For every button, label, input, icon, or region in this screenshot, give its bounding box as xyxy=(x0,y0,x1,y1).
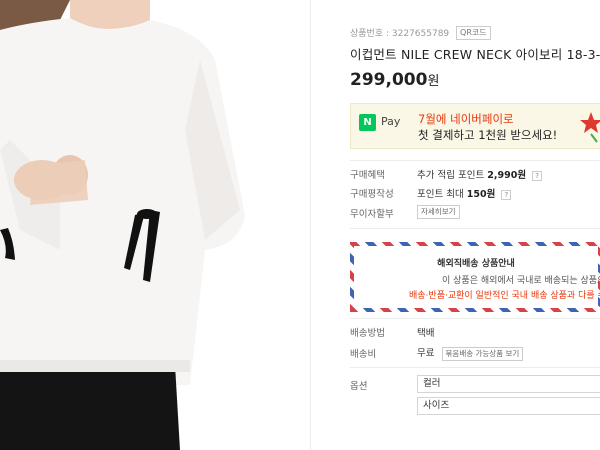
notice-line2: 배송·반품·교환이 일반적인 국내 배송 상품과 다를 수 xyxy=(409,288,600,301)
sweater-photo xyxy=(0,0,310,450)
npay-label: Pay xyxy=(381,115,401,128)
product-code-value: 3227655789 xyxy=(391,29,450,39)
benefit-text-0: 추가 적립 포인트 xyxy=(417,170,485,181)
delivery-method-value: 택배 xyxy=(417,328,435,339)
benefit-amount-0: 2,990원 xyxy=(487,170,527,181)
benefit-value-0: 추가 적립 포인트 2,990원 ? xyxy=(417,167,543,181)
section-divider xyxy=(350,160,600,161)
options-label: 옵션 xyxy=(350,381,368,392)
delivery-fee-value: 무료 묶음배송 가능상품 보기 xyxy=(417,345,524,361)
installment-detail-button[interactable]: 자세히보기 xyxy=(417,205,460,219)
price-currency: 원 xyxy=(427,74,440,89)
product-info-panel: 상품번호 : 3227655789 QR코드 이컵먼트 NILE CREW NE… xyxy=(350,0,600,450)
npay-promo-line1: 7월에 네이버페이로 xyxy=(418,112,514,126)
benefit-amount-1: 150원 xyxy=(466,189,496,200)
delivery-method-label: 배송방법 xyxy=(350,328,385,339)
notice-line2-dark: 수 xyxy=(595,291,600,301)
price-value: 299,000 xyxy=(350,70,428,90)
npay-promo-banner[interactable]: N Pay 7월에 네이버페이로 첫 결제하고 1천원 받으세요! xyxy=(350,103,600,149)
benefit-label-2: 무이자할부 xyxy=(350,209,394,220)
npay-promo-line2: 첫 결제하고 1천원 받으세요! xyxy=(418,128,558,142)
color-select[interactable]: 컬러 xyxy=(417,375,600,393)
notice-title: 해외직배송 상품안내 xyxy=(437,259,515,269)
delivery-fee-text: 무료 xyxy=(417,348,435,359)
size-select[interactable]: 사이즈 xyxy=(417,397,600,415)
section-divider xyxy=(350,318,600,319)
notice-line1: 이 상품은 해외에서 국내로 배송되는 상품으 xyxy=(442,276,600,286)
section-divider xyxy=(350,228,600,229)
vertical-divider xyxy=(310,0,311,450)
product-code-label: 상품번호 : xyxy=(350,29,390,39)
help-icon[interactable]: ? xyxy=(532,171,543,181)
bundle-shipping-button[interactable]: 묶음배송 가능상품 보기 xyxy=(441,347,524,361)
benefit-value-1: 포인트 최대 150원 ? xyxy=(417,186,512,200)
notice-line2-red: 배송·반품·교환이 일반적인 국내 배송 상품과 다를 xyxy=(409,291,595,301)
benefit-text-1: 포인트 최대 xyxy=(417,189,464,200)
npay-logo-icon: N xyxy=(359,114,376,131)
delivery-fee-label: 배송비 xyxy=(350,349,377,360)
product-price: 299,000원 xyxy=(350,70,439,90)
benefit-value-2: 자세히보기 xyxy=(417,205,460,219)
product-code: 상품번호 : 3227655789 QR코드 xyxy=(350,26,491,40)
section-divider xyxy=(350,367,600,368)
star-icon xyxy=(580,112,600,143)
overseas-shipping-notice: 해외직배송 상품안내 이 상품은 해외에서 국내로 배송되는 상품으 배송·반품… xyxy=(350,242,600,312)
benefit-label-0: 구매혜택 xyxy=(350,170,385,181)
qr-code-button[interactable]: QR코드 xyxy=(456,26,491,40)
help-icon[interactable]: ? xyxy=(501,190,512,200)
product-image[interactable] xyxy=(0,0,310,450)
benefit-label-1: 구매평작성 xyxy=(350,189,394,200)
product-title: 이컵먼트 NILE CREW NECK 아이보리 18-3-U10 xyxy=(350,47,600,62)
